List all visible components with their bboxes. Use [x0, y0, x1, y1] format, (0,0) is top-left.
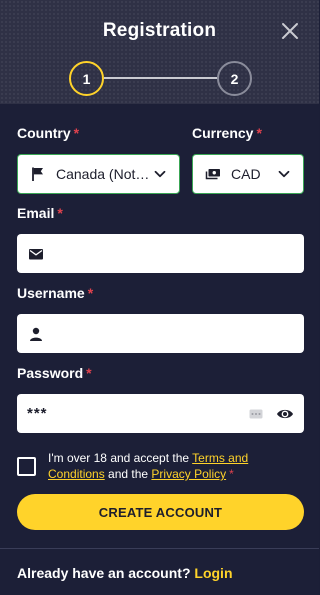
required-marker: *: [87, 285, 94, 301]
required-marker: *: [57, 205, 63, 221]
currency-value: CAD: [231, 166, 261, 182]
footer-divider: [0, 548, 319, 549]
envelope-icon: [28, 246, 44, 262]
username-label-text: Username: [17, 285, 85, 301]
create-account-button[interactable]: CREATE ACCOUNT: [17, 494, 304, 530]
password-label: Password *: [17, 365, 92, 381]
close-icon: [279, 20, 301, 42]
step-connector: [104, 77, 217, 79]
password-field[interactable]: ***: [17, 394, 304, 433]
modal-title: Registration: [102, 20, 217, 41]
required-marker: *: [73, 125, 80, 141]
currency-label: Currency *: [192, 125, 262, 141]
password-value: ***: [27, 405, 48, 422]
email-field[interactable]: [17, 234, 304, 273]
country-select[interactable]: Canada (Not…: [17, 154, 180, 194]
step-indicator-1: 1: [69, 61, 104, 96]
user-icon: [28, 326, 44, 342]
eye-icon[interactable]: [276, 405, 294, 423]
email-label: Email *: [17, 205, 63, 221]
terms-text: I'm over 18 and accept the Terms and Con…: [48, 450, 303, 482]
registration-modal: Registration 1 2 Country * Canada (Not… C…: [0, 0, 319, 595]
login-link[interactable]: Login: [194, 565, 232, 581]
currency-label-text: Currency: [192, 125, 254, 141]
country-label-text: Country: [17, 125, 71, 141]
country-label: Country *: [17, 125, 79, 141]
close-button[interactable]: [279, 20, 301, 42]
password-manager-icon[interactable]: [249, 409, 263, 419]
required-marker: *: [256, 125, 262, 141]
username-label: Username *: [17, 285, 93, 301]
terms-prefix: I'm over 18 and accept the: [48, 451, 193, 465]
login-prompt: Already have an account? Login: [17, 565, 233, 581]
money-icon: [205, 166, 221, 182]
privacy-policy-link[interactable]: Privacy Policy: [151, 467, 226, 481]
login-prompt-text: Already have an account?: [17, 565, 191, 581]
chevron-down-icon: [153, 167, 167, 181]
currency-select[interactable]: CAD: [192, 154, 304, 194]
flag-icon: [30, 166, 46, 182]
chevron-down-icon: [277, 167, 291, 181]
password-label-text: Password: [17, 365, 84, 381]
terms-middle: and the: [104, 467, 152, 481]
step-indicator-2: 2: [217, 61, 252, 96]
required-marker: *: [86, 365, 92, 381]
required-marker: *: [229, 467, 234, 481]
modal-header: Registration 1 2: [0, 0, 319, 104]
email-label-text: Email: [17, 205, 55, 221]
terms-checkbox[interactable]: [17, 457, 36, 476]
country-value: Canada (Not…: [56, 166, 150, 182]
username-field[interactable]: [17, 314, 304, 353]
